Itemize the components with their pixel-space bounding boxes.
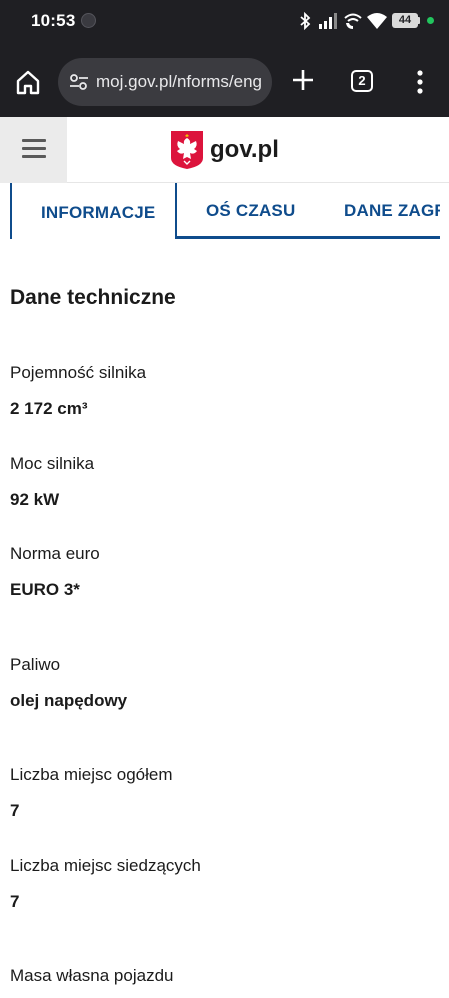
field-label: Norma euro: [10, 544, 100, 563]
field-value: 7: [10, 801, 20, 820]
tab-label: DANE ZAGR: [344, 201, 440, 220]
signal-icon: [319, 13, 337, 29]
status-time: 10:53: [31, 11, 76, 30]
hamburger-menu-button[interactable]: [0, 117, 67, 183]
tab-label: INFORMACJE: [41, 203, 156, 222]
field-label: Liczba miejsc ogółem: [10, 765, 173, 784]
field-value: EURO 3*: [10, 580, 80, 599]
notification-icon: [81, 13, 96, 28]
site-header: gov.pl: [0, 117, 449, 183]
eagle-emblem-icon: [171, 131, 203, 169]
home-icon[interactable]: [14, 68, 42, 96]
tab-dane-zagraniczne[interactable]: DANE ZAGR: [344, 183, 440, 239]
field-label: Masa własna pojazdu: [10, 966, 174, 985]
battery-icon: 44: [392, 13, 418, 28]
field-label: Liczba miejsc siedzących: [10, 856, 201, 875]
field-value: 7: [10, 892, 20, 911]
browser-toolbar: moj.gov.pl/nforms/eng 2: [0, 44, 449, 117]
address-bar[interactable]: moj.gov.pl/nforms/eng: [58, 58, 272, 106]
logo-text: gov.pl: [210, 136, 279, 163]
field-value: olej napędowy: [10, 691, 128, 710]
site-settings-icon[interactable]: [68, 71, 90, 93]
tab-label: OŚ CZASU: [206, 201, 296, 220]
hamburger-line: [22, 139, 46, 142]
tab-switcher-button[interactable]: 2: [351, 70, 373, 92]
wifi-call-icon: [344, 13, 362, 29]
field-label: Moc silnika: [10, 454, 95, 473]
wifi-icon: [367, 13, 387, 29]
tab-informacje[interactable]: INFORMACJE: [10, 183, 177, 239]
field-value: 2 172 cm³: [10, 399, 88, 418]
hamburger-line: [22, 155, 46, 158]
privacy-indicator: [427, 17, 434, 24]
field-label: Paliwo: [10, 655, 61, 674]
battery-tip: [418, 17, 420, 24]
status-bar: 10:53 44: [0, 0, 449, 44]
new-tab-icon[interactable]: [289, 66, 317, 94]
url-text[interactable]: moj.gov.pl/nforms/eng: [96, 72, 266, 92]
bluetooth-icon: [300, 12, 311, 30]
field-value: 92 kW: [10, 490, 60, 509]
field-label: Pojemność silnika: [10, 363, 147, 382]
more-options-icon[interactable]: [410, 68, 430, 96]
section-title: Dane techniczne: [10, 286, 176, 309]
active-tab-gap: [12, 236, 175, 239]
hamburger-line: [22, 147, 46, 150]
tab-bar: INFORMACJE OŚ CZASU DANE ZAGR: [10, 183, 440, 240]
